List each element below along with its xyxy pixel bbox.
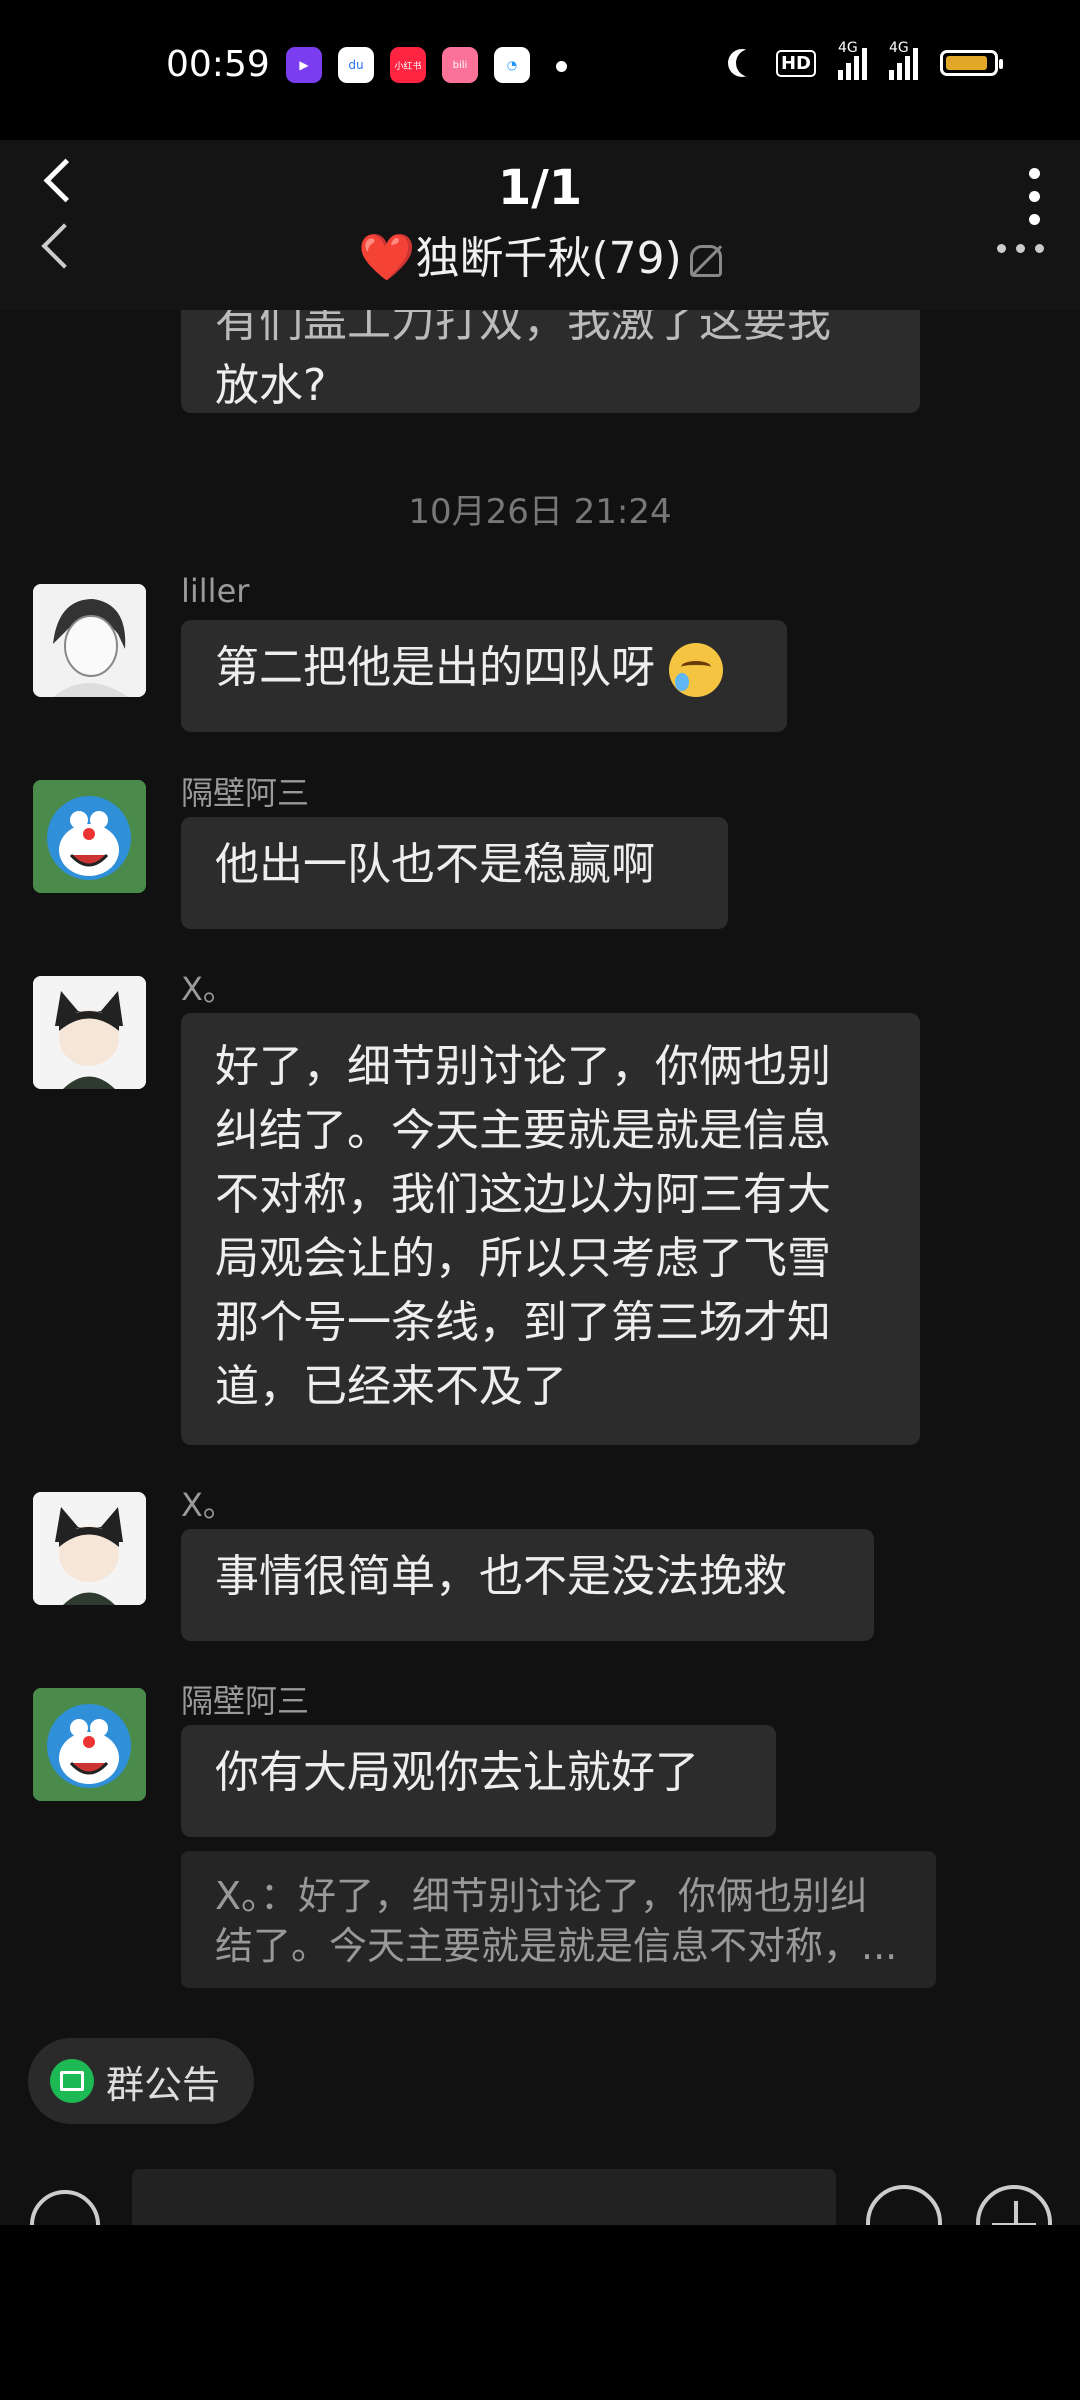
message-text: 他出一队也不是稳赢啊 bbox=[215, 839, 655, 890]
group-name: 独断千秋 bbox=[415, 233, 592, 284]
sender-name: liller bbox=[181, 572, 250, 610]
message-text-line: 放水? bbox=[215, 360, 327, 411]
quote-text-line: 结了。今天主要就是就是信息不对称，... bbox=[215, 1924, 898, 1968]
browser-app-icon: ◔ bbox=[494, 47, 530, 83]
bilibili-app-icon: bili bbox=[442, 47, 478, 83]
message-timestamp: 10月26日 21:24 bbox=[408, 492, 672, 532]
sender-name: X。 bbox=[181, 1486, 235, 1524]
message-bubble-partial[interactable]: 有们盖工力打双，我激了这要我 放水? bbox=[181, 310, 920, 413]
group-announcement-button[interactable]: 群公告 bbox=[28, 2038, 254, 2124]
heart-icon: ❤️ bbox=[358, 230, 416, 284]
message-bubble[interactable]: 第二把他是出的四队呀 bbox=[181, 620, 787, 732]
bottom-black-area bbox=[0, 2225, 1080, 2400]
notification-app-icons: ▶ du 小红书 bili ◔ bbox=[286, 47, 530, 83]
sender-name: 隔壁阿三 bbox=[181, 1682, 310, 1720]
avatar-x[interactable] bbox=[33, 976, 146, 1089]
mute-bell-icon bbox=[689, 245, 722, 277]
baidu-app-icon: du bbox=[338, 47, 374, 83]
chat-message-list[interactable]: 有们盖工力打双，我激了这要我 放水? 10月26日 21:24 liller 第… bbox=[0, 310, 1080, 2010]
message-text: 第二把他是出的四队呀 bbox=[215, 642, 655, 693]
message-bubble[interactable]: 他出一队也不是稳赢啊 bbox=[181, 817, 728, 929]
status-time: 00:59 bbox=[166, 44, 270, 85]
quoted-reply[interactable]: X。：好了，细节别讨论了，你俩也别纠 结了。今天主要就是就是信息不对称，... bbox=[181, 1851, 936, 1988]
signal-icon-2: 4G bbox=[889, 40, 918, 80]
quote-text-line: X。：好了，细节别讨论了，你俩也别纠 bbox=[215, 1874, 869, 1918]
viewer-more-icon[interactable] bbox=[1029, 168, 1040, 225]
crying-laughing-emoji-icon bbox=[669, 643, 723, 697]
message-text-line: 局观会让的，所以只考虑了飞雪 bbox=[215, 1233, 831, 1284]
message-text-line: 好了，细节别讨论了，你俩也别 bbox=[215, 1041, 831, 1092]
system-icons: HD 4G 4G bbox=[726, 40, 1003, 80]
status-bar: 00:59 ▶ du 小红书 bili ◔ HD 4G 4G bbox=[0, 0, 1080, 140]
message-text: 事情很简单，也不是没法挽救 bbox=[215, 1551, 787, 1602]
message-text: 你有大局观你去让就好了 bbox=[215, 1747, 699, 1798]
announcement-label: 群公告 bbox=[106, 2062, 221, 2107]
do-not-disturb-moon-icon bbox=[736, 49, 764, 77]
announcement-icon bbox=[50, 2059, 94, 2103]
hd-voice-icon: HD bbox=[775, 49, 816, 77]
avatar-x[interactable] bbox=[33, 1492, 146, 1605]
signal-icon-1: 4G bbox=[838, 40, 867, 80]
message-text-line: 有们盖工力打双，我激了这要我 bbox=[215, 310, 831, 347]
viewer-page-counter: 1/1 bbox=[497, 160, 583, 216]
input-row bbox=[0, 2155, 1080, 2269]
video-app-icon: ▶ bbox=[286, 47, 322, 83]
sender-name: X。 bbox=[181, 970, 235, 1008]
message-text-line: 不对称，我们这边以为阿三有大 bbox=[215, 1169, 831, 1220]
xiaohongshu-app-icon: 小红书 bbox=[390, 47, 426, 83]
message-text-line: 那个号一条线，到了第三场才知 bbox=[215, 1297, 831, 1348]
chat-title: ❤️独断千秋(79) bbox=[0, 222, 1080, 286]
message-text-line: 道，已经来不及了 bbox=[215, 1361, 567, 1412]
message-bubble[interactable]: 你有大局观你去让就好了 bbox=[181, 1725, 776, 1837]
sender-name: 隔壁阿三 bbox=[181, 774, 310, 812]
message-text-line: 纠结了。今天主要就是就是信息 bbox=[215, 1105, 831, 1156]
avatar-liller[interactable] bbox=[33, 584, 146, 697]
avatar-gebi-asan[interactable] bbox=[33, 1688, 146, 1801]
message-bubble[interactable]: 事情很简单，也不是没法挽救 bbox=[181, 1529, 874, 1641]
chat-more-icon[interactable] bbox=[997, 244, 1044, 253]
message-bubble[interactable]: 好了，细节别讨论了，你俩也别 纠结了。今天主要就是就是信息 不对称，我们这边以为… bbox=[181, 1013, 920, 1445]
avatar-gebi-asan[interactable] bbox=[33, 780, 146, 893]
battery-icon bbox=[940, 50, 1003, 76]
more-notifications-dot-icon bbox=[556, 61, 567, 72]
member-count: (79) bbox=[591, 233, 682, 284]
